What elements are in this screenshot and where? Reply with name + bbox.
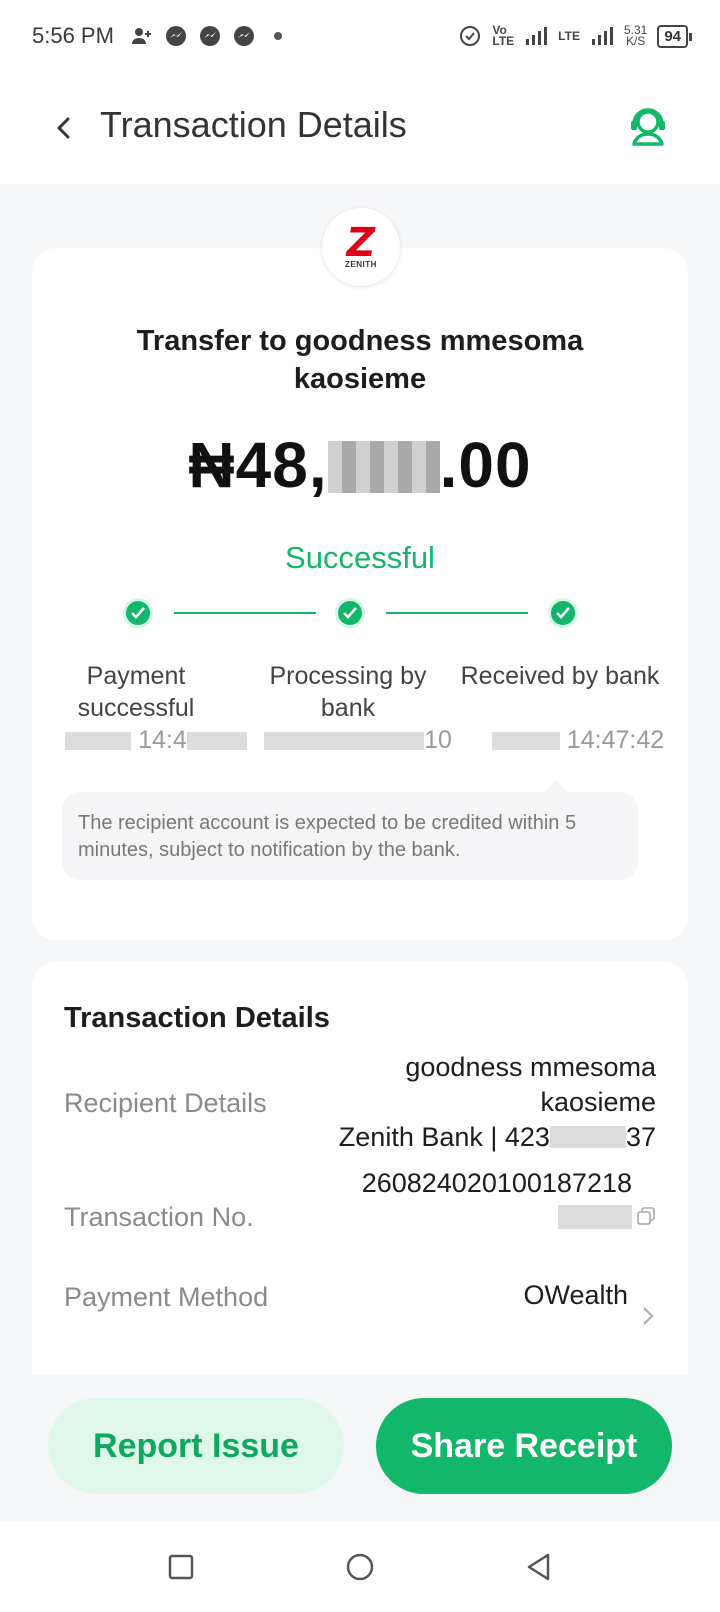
action-bar: Report Issue Share Receipt [0, 1374, 720, 1522]
transaction-number-label: Transaction No. [64, 1202, 254, 1232]
step-check-icon [335, 598, 365, 628]
status-time: 5:56 PM [32, 23, 114, 48]
signal-icon [591, 27, 613, 45]
chevron-left-icon [57, 117, 70, 139]
recent-apps-icon[interactable] [166, 1552, 196, 1582]
payment-method-label: Payment Method [64, 1282, 269, 1312]
page-title: Transaction Details [100, 104, 407, 145]
notification-icons [130, 24, 290, 48]
customer-support-button[interactable] [624, 102, 672, 150]
lte-icon: LTE [558, 29, 580, 43]
network-speed: 5.31 K/S [623, 23, 648, 48]
transfer-amount: ₦48, .00 [188, 429, 532, 501]
credit-notice: The recipient account is expected to be … [62, 792, 638, 880]
redacted-amount [327, 441, 440, 493]
zenith-z-icon: Z [342, 219, 380, 266]
step-time-processing: 10 [248, 726, 468, 755]
step-label-processing: Processing by bank [269, 662, 427, 722]
step-connector [386, 612, 528, 614]
step-time-payment: 14:4 [46, 726, 266, 755]
copy-button[interactable] [636, 1206, 656, 1226]
dot-icon [273, 32, 282, 40]
details-section-title: Transaction Details [64, 1002, 330, 1034]
chevron-right-icon[interactable] [642, 1306, 654, 1326]
system-navigation-bar [0, 1522, 720, 1612]
zenith-bank-logo: Z ZENITH [322, 208, 400, 286]
step-check-icon [123, 598, 153, 628]
transfer-title: Transfer to goodness mmesoma kaosieme [136, 325, 584, 395]
messenger-icon [233, 26, 254, 46]
home-icon[interactable] [345, 1552, 375, 1582]
battery-icon: 94 [657, 24, 692, 48]
step-label-payment: Payment successful [77, 662, 195, 722]
recipient-name: goodness mmesoma kaosieme [405, 1052, 656, 1117]
volte-icon: Vo LTE [492, 23, 515, 48]
transaction-summary-card: Transfer to goodness mmesoma kaosieme ₦4… [32, 248, 688, 940]
messenger-icon [199, 26, 220, 46]
headset-icon [631, 108, 665, 146]
back-button[interactable] [44, 108, 84, 148]
messenger-icon [165, 26, 186, 46]
share-receipt-button[interactable]: Share Receipt [376, 1398, 672, 1494]
report-issue-button[interactable]: Report Issue [48, 1398, 344, 1494]
transaction-status: Successful [285, 540, 435, 575]
system-icons: Vo LTE LTE 5.31 K/S 94 [458, 23, 692, 48]
data-saver-icon [460, 26, 481, 46]
note-caret [544, 780, 568, 792]
transaction-details-card: Transaction Details Recipient Details go… [32, 962, 688, 1374]
app-header: Transaction Details [0, 72, 720, 184]
copy-icon [637, 1207, 655, 1225]
recipient-label: Recipient Details [64, 1088, 267, 1118]
payment-method-value[interactable]: OWealth [523, 1278, 628, 1313]
step-time-received: 14:47:42 [468, 726, 688, 755]
back-nav-icon[interactable] [524, 1552, 554, 1582]
step-label-received: Received by bank [460, 662, 660, 690]
recipient-bank: Zenith Bank | 423 37 [338, 1122, 656, 1152]
status-bar: 5:56 PM Vo LTE LTE 5.31 K/S 94 [0, 0, 720, 72]
add-contact-icon [131, 28, 151, 44]
step-connector [174, 612, 316, 614]
step-check-icon [548, 598, 578, 628]
signal-icon [526, 27, 548, 45]
transaction-number: 260824020100187218 [292, 1166, 632, 1236]
